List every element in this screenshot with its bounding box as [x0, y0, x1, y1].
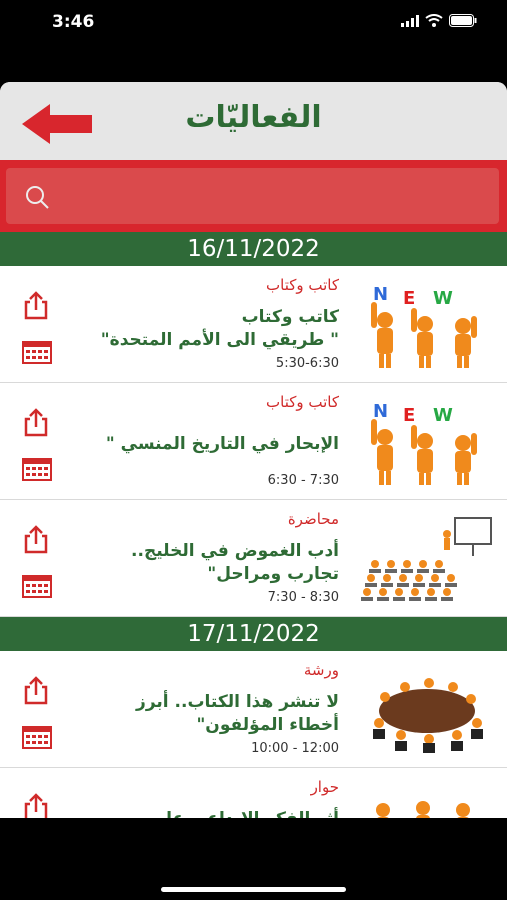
svg-text:N: N	[373, 401, 388, 422]
share-icon[interactable]	[22, 792, 50, 818]
event-time: 7:30 - 8:30	[267, 590, 339, 605]
calendar-icon[interactable]	[22, 725, 52, 749]
events-list: 16/11/2022 N E W كاتب وكتاب كاتب وكتاب "…	[0, 232, 507, 818]
event-title: أثر الفكر الإبداعي على	[69, 808, 339, 818]
share-icon[interactable]	[22, 524, 50, 554]
search-input[interactable]	[6, 168, 499, 224]
svg-text:E: E	[403, 405, 415, 426]
svg-text:W: W	[433, 288, 453, 309]
battery-icon	[449, 14, 477, 27]
share-icon[interactable]	[22, 407, 50, 437]
event-title: لا تنشر هذا الكتاب.. أبرز أخطاء المؤلفون…	[136, 692, 339, 735]
event-time: 10:00 - 12:00	[251, 741, 339, 756]
lecture-image	[361, 517, 492, 601]
share-icon[interactable]	[22, 290, 50, 320]
round-table-image	[373, 678, 483, 753]
event-category: محاضرة	[287, 510, 339, 528]
news-people-image: N E W	[371, 284, 477, 368]
event-title: أدب الغموض في الخليج.. تجارب ومراحل"	[131, 541, 339, 584]
date-header: 17/11/2022	[0, 617, 507, 651]
calendar-icon[interactable]	[22, 574, 52, 598]
event-title: الإبحار في التاريخ المنسي "	[105, 434, 339, 454]
status-bar: 3:46	[0, 0, 507, 50]
search-icon	[26, 186, 49, 209]
event-row[interactable]: محاضرة أدب الغموض في الخليج.. تجارب ومرا…	[0, 500, 507, 617]
event-category: ورشة	[303, 661, 339, 679]
event-time: 5:30-6:30	[275, 356, 339, 371]
svg-text:E: E	[403, 288, 415, 309]
search-bar	[0, 160, 507, 232]
event-row[interactable]: حوار أثر الفكر الإبداعي على	[0, 768, 507, 818]
event-category: حوار	[310, 778, 339, 796]
event-time: 6:30 - 7:30	[267, 473, 339, 488]
wifi-icon	[425, 14, 443, 27]
event-row[interactable]: ورشة لا تنشر هذا الكتاب.. أبرز أخطاء الم…	[0, 651, 507, 768]
date-header: 16/11/2022	[0, 232, 507, 266]
event-row[interactable]: N E W كاتب وكتاب الإبحار في التاريخ المن…	[0, 383, 507, 500]
home-indicator[interactable]	[161, 887, 346, 892]
nav-bar: الفعاليّات	[0, 82, 507, 160]
event-category: كاتب وكتاب	[266, 276, 339, 294]
calendar-icon[interactable]	[22, 457, 52, 481]
event-title: كاتب وكتاب " طريقي الى الأمم المتحدة"	[100, 307, 339, 350]
people-image	[376, 801, 470, 818]
status-time: 3:46	[52, 12, 95, 32]
app-screen: الفعاليّات 16/11/2022 N E W كاتب وكتاب ك…	[0, 82, 507, 818]
calendar-icon[interactable]	[22, 340, 52, 364]
svg-text:N: N	[373, 284, 388, 305]
share-icon[interactable]	[22, 675, 50, 705]
page-title: الفعاليّات	[185, 100, 322, 135]
news-people-image: N E W	[371, 401, 477, 485]
event-category: كاتب وكتاب	[266, 393, 339, 411]
svg-text:W: W	[433, 405, 453, 426]
system-indicators	[401, 14, 477, 27]
signal-icon	[401, 14, 419, 27]
event-row[interactable]: N E W كاتب وكتاب كاتب وكتاب " طريقي الى …	[0, 266, 507, 383]
